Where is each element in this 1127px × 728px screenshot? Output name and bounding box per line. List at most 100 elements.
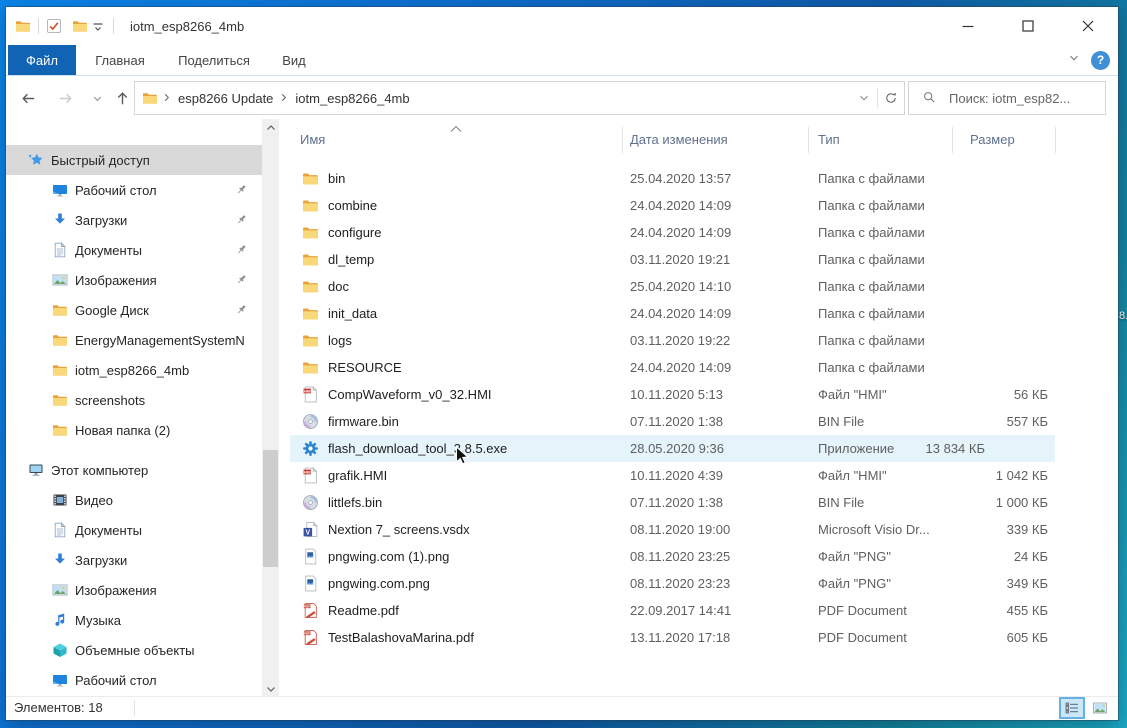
breadcrumb-item[interactable]: esp8266 Update <box>174 91 277 106</box>
file-row[interactable]: pngwing.com.png08.11.2020 23:23Файл "PNG… <box>290 570 1118 597</box>
music-icon <box>52 612 68 628</box>
column-header-size[interactable]: Размер <box>970 132 1015 147</box>
details-view-button[interactable] <box>1059 697 1085 719</box>
file-type: Файл "PNG" <box>818 543 891 570</box>
file-type-folder-icon <box>302 305 319 322</box>
file-row[interactable]: configure24.04.2020 14:09Папка с файлами <box>290 219 1118 246</box>
file-row[interactable]: PDFReadme.pdf22.09.2017 14:41PDF Documen… <box>290 597 1118 624</box>
sidebar-item-label: screenshots <box>75 393 145 408</box>
qat-customize-chevron[interactable] <box>89 17 107 35</box>
file-row[interactable]: dl_temp03.11.2020 19:21Папка с файлами <box>290 246 1118 273</box>
file-date: 10.11.2020 5:13 <box>630 381 723 408</box>
pin-icon <box>235 183 248 196</box>
pictures-icon <box>52 272 68 288</box>
titlebar-separator <box>38 18 39 34</box>
file-type: Папка с файлами <box>818 300 925 327</box>
file-row[interactable]: doc25.04.2020 14:10Папка с файлами <box>290 273 1118 300</box>
sidebar-item-videos[interactable]: Видео <box>6 485 262 515</box>
sidebar-item-quick-access[interactable]: Быстрый доступ <box>6 145 262 175</box>
sort-ascending-icon[interactable] <box>449 121 463 129</box>
tab-home[interactable]: Главная <box>76 45 164 75</box>
file-type-pdf-icon: PDF <box>302 629 319 646</box>
qat-folder-button[interactable] <box>71 17 89 35</box>
address-dropdown-chevron[interactable] <box>851 83 877 113</box>
file-row[interactable]: init_data24.04.2020 14:09Папка с файлами <box>290 300 1118 327</box>
file-row[interactable]: PDFTestBalashovaMarina.pdf13.11.2020 17:… <box>290 624 1118 651</box>
file-type-visio-icon: V <box>302 521 319 538</box>
search-icon <box>921 89 939 107</box>
large-icons-view-button[interactable] <box>1087 697 1113 719</box>
sidebar-item-iotm-folder[interactable]: iotm_esp8266_4mb <box>6 355 262 385</box>
scrollbar-thumb[interactable] <box>263 450 278 567</box>
sidebar-item-documents[interactable]: Документы <box>6 235 262 265</box>
file-type: Файл "PNG" <box>818 570 891 597</box>
file-type: Папка с файлами <box>818 327 925 354</box>
file-row[interactable]: bin25.04.2020 13:57Папка с файлами <box>290 165 1118 192</box>
recent-locations-chevron[interactable] <box>86 87 108 109</box>
tab-share[interactable]: Поделиться <box>164 45 264 75</box>
sidebar-scrollbar[interactable] <box>262 119 279 697</box>
tab-file[interactable]: Файл <box>8 45 76 75</box>
column-header-date[interactable]: Дата изменения <box>630 132 728 147</box>
file-row[interactable]: VNextion 7_ screens.vsdx08.11.2020 19:00… <box>290 516 1118 543</box>
address-bar[interactable]: esp8266 Update iotm_esp8266_4mb <box>134 81 905 115</box>
file-size: 349 КБ <box>1007 570 1048 597</box>
scroll-down-arrow-icon[interactable] <box>262 680 279 697</box>
sidebar-item-3d-objects[interactable]: Объемные объекты <box>6 635 262 665</box>
file-row[interactable]: HMIgrafik.HMI10.11.2020 4:39Файл "HMI"1 … <box>290 462 1118 489</box>
back-button[interactable] <box>17 87 39 109</box>
sidebar-item-pictures[interactable]: Изображения <box>6 265 262 295</box>
file-size: 455 КБ <box>1007 597 1048 624</box>
sidebar-item-label: Загрузки <box>75 553 127 568</box>
sidebar-item-downloads[interactable]: Загрузки <box>6 545 262 575</box>
file-name: doc <box>328 273 349 300</box>
file-name: flash_download_tool_3.8.5.exe <box>328 435 507 462</box>
close-button[interactable] <box>1058 7 1118 45</box>
file-type: Приложение <box>818 435 894 462</box>
file-row[interactable]: HMICompWaveform_v0_32.HMI10.11.2020 5:13… <box>290 381 1118 408</box>
sidebar-item-this-pc[interactable]: Этот компьютер <box>6 455 262 485</box>
search-input[interactable] <box>947 90 1105 107</box>
ribbon-expand-chevron-icon[interactable] <box>1067 51 1081 70</box>
file-row[interactable]: combine24.04.2020 14:09Папка с файлами <box>290 192 1118 219</box>
sidebar-item-google-drive[interactable]: Google Диск <box>6 295 262 325</box>
qat-checkmark-button[interactable] <box>45 17 63 35</box>
maximize-button[interactable] <box>998 7 1058 45</box>
help-button[interactable]: ? <box>1091 51 1110 70</box>
up-button[interactable] <box>111 87 133 109</box>
search-box[interactable] <box>908 81 1106 115</box>
column-header-name[interactable]: Имя <box>300 132 325 147</box>
file-size: 13 834 КБ <box>926 435 985 462</box>
sidebar-item-new-folder-2[interactable]: Новая папка (2) <box>6 415 262 445</box>
sidebar-item-label: Изображения <box>75 273 157 288</box>
file-type: Папка с файлами <box>818 354 925 381</box>
sidebar-item-desktop[interactable]: Рабочий стол <box>6 665 262 695</box>
sidebar-item-music[interactable]: Музыка <box>6 605 262 635</box>
forward-button[interactable] <box>54 87 76 109</box>
file-row[interactable]: pngwing.com (1).png08.11.2020 23:25Файл … <box>290 543 1118 570</box>
sidebar-item-energy-folder[interactable]: EnergyManagementSystemN <box>6 325 262 355</box>
file-row[interactable]: firmware.bin07.11.2020 1:38BIN File557 К… <box>290 408 1118 435</box>
download-icon <box>52 552 68 568</box>
scroll-up-arrow-icon[interactable] <box>262 119 279 136</box>
desktop-icon <box>52 182 68 198</box>
refresh-button[interactable] <box>878 83 904 113</box>
pin-icon <box>235 303 248 316</box>
column-header-row: Имя Дата изменения Тип Размер <box>290 119 1118 159</box>
file-type: Файл "HMI" <box>818 381 887 408</box>
sidebar-item-pictures[interactable]: Изображения <box>6 575 262 605</box>
sidebar-item-downloads[interactable]: Загрузки <box>6 205 262 235</box>
file-row[interactable]: flash_download_tool_3.8.5.exe28.05.2020 … <box>290 435 1055 462</box>
folder-icon <box>52 362 68 378</box>
sidebar-item-screenshots[interactable]: screenshots <box>6 385 262 415</box>
file-row[interactable]: littlefs.bin07.11.2020 1:38BIN File1 000… <box>290 489 1118 516</box>
sidebar-item-desktop[interactable]: Рабочий стол <box>6 175 262 205</box>
minimize-button[interactable] <box>938 7 998 45</box>
file-row[interactable]: RESOURCE24.04.2020 14:09Папка с файлами <box>290 354 1118 381</box>
tab-view[interactable]: Вид <box>264 45 324 75</box>
sidebar-item-documents[interactable]: Документы <box>6 515 262 545</box>
file-type-folder-icon <box>302 359 319 376</box>
column-header-type[interactable]: Тип <box>818 132 840 147</box>
file-row[interactable]: logs03.11.2020 19:22Папка с файлами <box>290 327 1118 354</box>
breadcrumb-item[interactable]: iotm_esp8266_4mb <box>291 91 413 106</box>
